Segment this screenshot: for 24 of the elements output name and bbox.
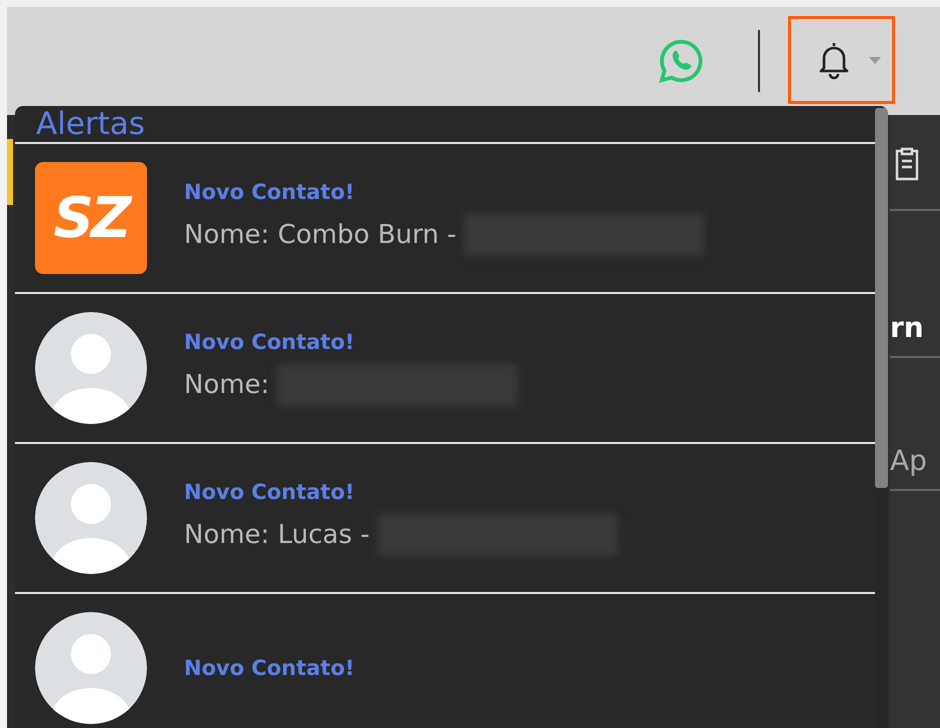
tab-edge — [7, 139, 13, 205]
alerts-title: Alertas — [36, 106, 145, 142]
avatar-placeholder-icon — [35, 312, 147, 424]
logo: SZ — [35, 162, 147, 274]
scrollbar-thumb[interactable] — [875, 108, 888, 488]
avatar-placeholder-icon — [35, 612, 147, 724]
alert-item[interactable]: Novo Contato! — [15, 594, 875, 728]
contact-name: Nome: — [184, 370, 270, 400]
contact-name: Nome: Combo Burn - — [184, 220, 456, 250]
alert-title: Novo Contato! — [184, 480, 356, 504]
notifications-button[interactable] — [788, 16, 895, 104]
alert-title: Novo Contato! — [184, 180, 356, 204]
alert-item[interactable]: Novo Contato! Nome: — [15, 294, 875, 444]
alert-item[interactable]: Novo Contato! Nome: Lucas - — [15, 444, 875, 594]
avatar-placeholder-icon — [35, 462, 147, 574]
bell-icon — [816, 40, 850, 80]
alert-item[interactable]: SZ Novo Contato! Nome: Combo Burn - — [15, 144, 875, 294]
alert-title: Novo Contato! — [184, 330, 356, 354]
heading-text: rn — [890, 311, 925, 344]
label-text: Ap — [890, 444, 928, 477]
contact-name: Nome: Lucas - — [184, 520, 370, 550]
clipboard-icon[interactable] — [894, 147, 920, 181]
alert-title: Novo Contato! — [184, 656, 354, 680]
caret-icon — [868, 56, 880, 64]
